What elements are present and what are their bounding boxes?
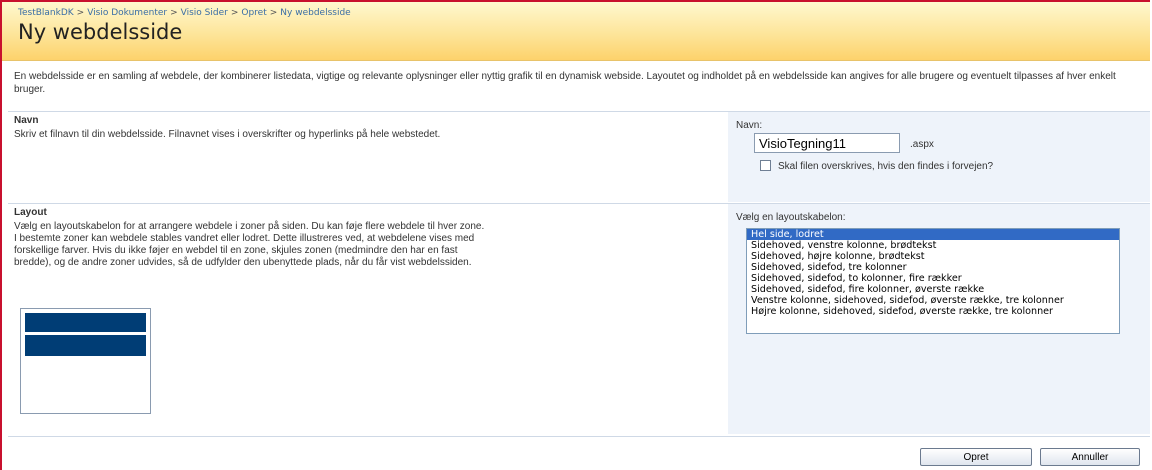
breadcrumb-link-create[interactable]: Opret (241, 8, 266, 18)
intro-text: En webdelsside er en samling af webdele,… (14, 71, 1116, 95)
layout-option[interactable]: Sidehoved, højre kolonne, brødtekst (747, 251, 1119, 262)
create-button[interactable]: Opret (920, 448, 1032, 466)
cancel-button[interactable]: Annuller (1040, 448, 1140, 466)
name-section-title: Navn (14, 115, 39, 126)
layout-section-description: Vælg en layoutskabelon for at arrangere … (14, 221, 485, 268)
breadcrumb-separator: > (76, 8, 85, 18)
overwrite-label: Skal filen overskrives, hvis den findes … (778, 161, 994, 172)
breadcrumb-separator: > (230, 8, 239, 18)
layout-option[interactable]: Venstre kolonne, sidehoved, sidefod, øve… (747, 295, 1119, 306)
breadcrumb-current: Ny webdelsside (280, 8, 351, 18)
breadcrumb-link-documents[interactable]: Visio Dokumenter (87, 8, 167, 18)
filename-input[interactable] (754, 133, 900, 153)
name-section-controls (728, 112, 1150, 202)
layout-option[interactable]: Sidehoved, venstre kolonne, brødtekst (747, 240, 1119, 251)
layout-option[interactable]: Højre kolonne, sidehoved, sidefod, øvers… (747, 306, 1119, 317)
page-title: Ny webdelsside (18, 20, 183, 44)
layout-option[interactable]: Sidehoved, sidefod, tre kolonner (747, 262, 1119, 273)
layout-option[interactable]: Hel side, lodret (747, 229, 1119, 240)
file-extension: .aspx (910, 139, 934, 150)
breadcrumb-link-pages[interactable]: Visio Sider (181, 8, 228, 18)
overwrite-checkbox[interactable] (760, 160, 771, 171)
breadcrumb-link-site[interactable]: TestBlankDK (18, 8, 74, 18)
page-header: TestBlankDK > Visio Dokumenter > Visio Sider… (2, 2, 1150, 61)
layout-preview-zone (25, 335, 146, 356)
breadcrumb-separator: > (170, 8, 178, 18)
breadcrumb-separator: > (269, 8, 278, 18)
name-section: Navn Skriv et filnavn til din webdelssid… (8, 112, 1150, 202)
layout-preview-image (20, 308, 151, 414)
layout-section-title: Layout (14, 207, 47, 218)
layout-field-label: Vælg en layoutskabelon: (736, 212, 846, 223)
layout-preview-zone (25, 313, 146, 332)
layout-option[interactable]: Sidehoved, sidefod, to kolonner, fire ræ… (747, 273, 1119, 284)
layout-template-listbox[interactable]: Hel side, lodret Sidehoved, venstre kolo… (746, 228, 1120, 334)
name-field-label: Navn: (736, 120, 763, 131)
layout-option[interactable]: Sidehoved, sidefod, fire kolonner, øvers… (747, 284, 1119, 295)
divider (8, 436, 1150, 437)
breadcrumb: TestBlankDK > Visio Dokumenter > Visio Sider… (18, 8, 351, 18)
name-section-description: Skriv et filnavn til din webdelsside. Fi… (14, 129, 441, 140)
